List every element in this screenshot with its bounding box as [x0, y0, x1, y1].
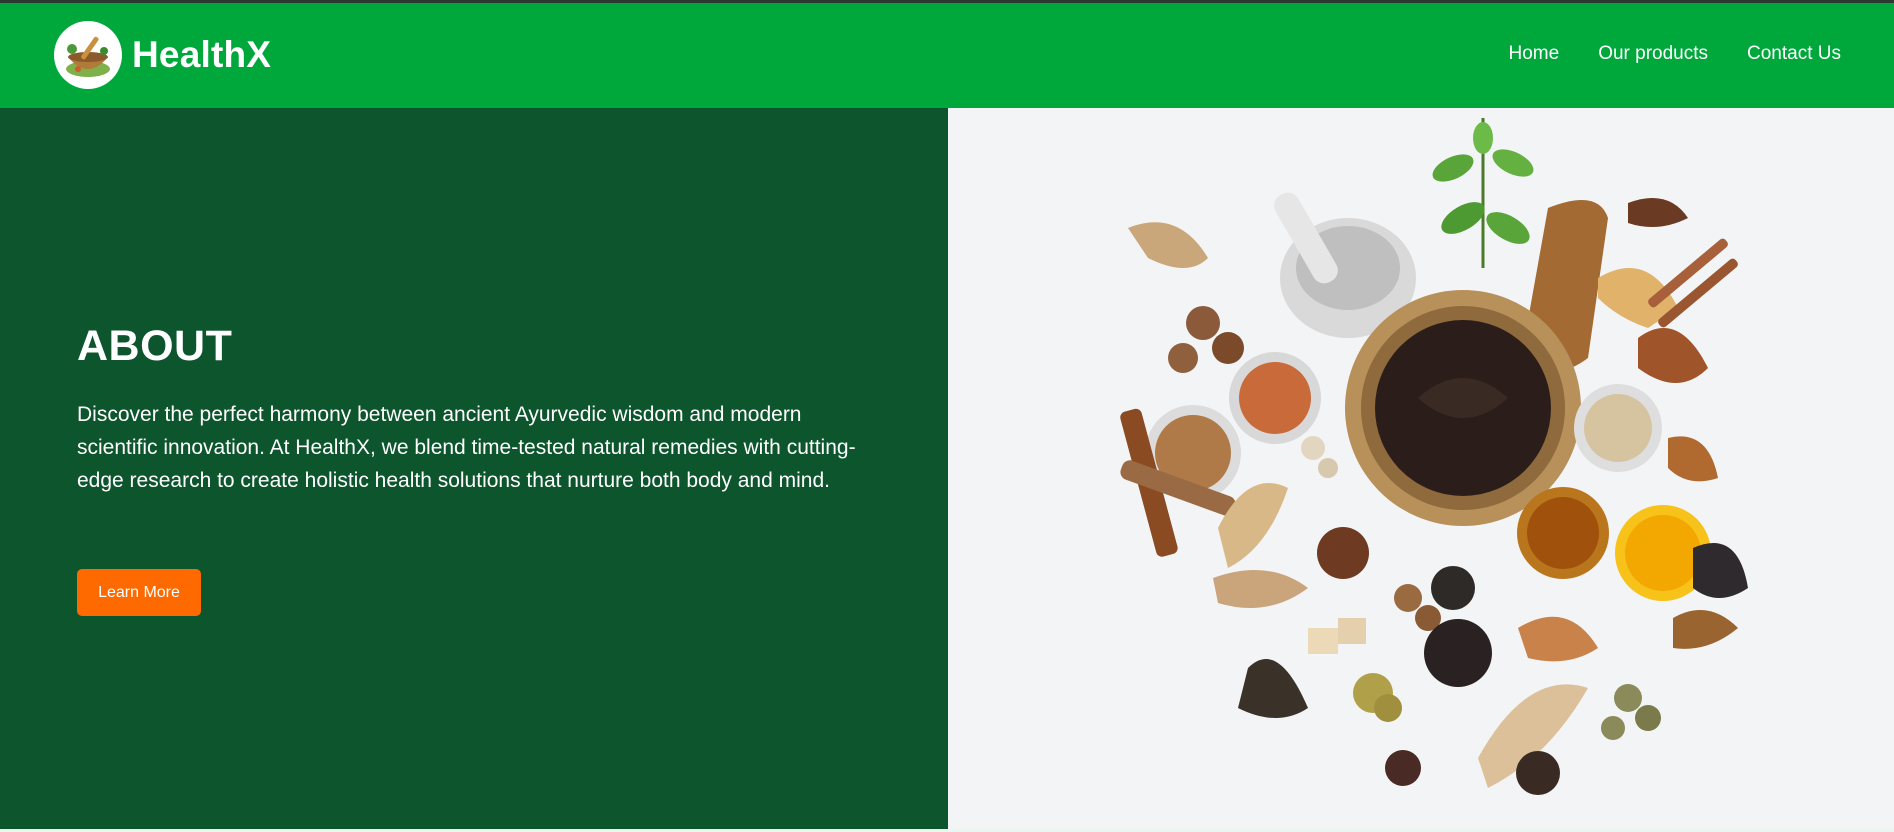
brand-logo-link[interactable]: HealthX: [54, 21, 271, 89]
about-title: ABOUT: [77, 322, 233, 370]
ayurvedic-ingredients-image: [1120, 118, 1748, 795]
learn-more-button[interactable]: Learn More: [77, 569, 201, 616]
nav-home[interactable]: Home: [1509, 43, 1560, 65]
brand-name: HealthX: [132, 34, 272, 75]
hero-image-panel: [948, 108, 1894, 829]
logo-image: [54, 21, 122, 89]
basil-leaves: [1432, 118, 1534, 268]
nav-contact-us[interactable]: Contact Us: [1747, 43, 1841, 65]
navbar: HealthX Home Our products Contact Us: [0, 3, 1894, 108]
nav-our-products[interactable]: Our products: [1598, 43, 1708, 65]
about-description: Discover the perfect harmony between anc…: [77, 403, 856, 492]
about-section: ABOUT Discover the perfect harmony betwe…: [0, 108, 948, 829]
mortar-herbs-icon: [66, 36, 110, 77]
main-nav: Home Our products Contact Us: [1509, 43, 1842, 65]
